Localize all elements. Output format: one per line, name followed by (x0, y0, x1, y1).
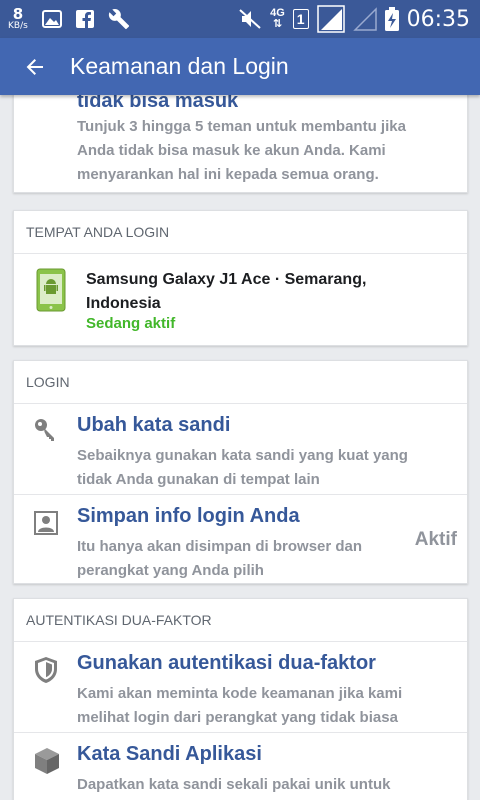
network-indicator: 4G ⇅ (270, 8, 285, 30)
two-factor-description: Kami akan meminta kode keamanan jika kam… (77, 685, 403, 726)
arrow-left-icon (26, 58, 43, 75)
save-login-info-item[interactable]: Simpan info login Anda Itu hanya akan di… (14, 495, 467, 585)
shield-icon (35, 657, 57, 683)
save-login-info-title: Simpan info login Anda (77, 505, 300, 527)
change-password-title: Ubah kata sandi (77, 414, 231, 436)
trusted-contacts-description: Tunjuk 3 hingga 5 teman untuk membantu j… (77, 118, 406, 183)
trusted-contacts-card: tidak bisa masuk Tunjuk 3 hingga 5 teman… (13, 95, 468, 193)
device-name: Samsung Galaxy J1 Ace · Semarang, Indone… (86, 271, 367, 312)
android-phone-icon (36, 268, 66, 312)
app-passwords-description: Dapatkan kata sandi sekali pakai unik un… (77, 776, 391, 793)
battery-charging-icon (384, 7, 399, 31)
trusted-contacts-item[interactable]: tidak bisa masuk Tunjuk 3 hingga 5 teman… (14, 95, 467, 192)
change-password-item[interactable]: Ubah kata sandi Sebaiknya gunakan kata s… (14, 404, 467, 495)
sim-slot: 1 (292, 9, 309, 29)
save-login-info-description: Itu hanya akan disimpan di browser dan p… (77, 538, 363, 579)
profile-icon (34, 511, 58, 535)
settings-list[interactable]: tidak bisa masuk Tunjuk 3 hingga 5 teman… (0, 95, 480, 800)
key-icon (35, 419, 54, 441)
mute-icon (239, 9, 261, 29)
page-title: Keamanan dan Login (70, 53, 289, 79)
app-bar: Keamanan dan Login (0, 38, 480, 95)
two-factor-title: Gunakan autentikasi dua-faktor (77, 652, 376, 674)
wrench-icon (108, 9, 129, 30)
section-header: AUTENTIKASI DUA-FAKTOR (14, 599, 467, 642)
speed-value: 8 (12, 5, 24, 23)
save-login-status: Aktif (414, 529, 457, 550)
two-factor-card: AUTENTIKASI DUA-FAKTOR Gunakan autentika… (13, 598, 468, 800)
facebook-icon (75, 10, 94, 28)
back-button[interactable] (0, 38, 70, 95)
speed-unit: KB/s (8, 21, 28, 31)
signal-empty-icon (352, 7, 377, 31)
image-icon (41, 10, 62, 28)
app-passwords-title: Kata Sandi Aplikasi (77, 743, 262, 765)
trusted-contacts-title: tidak bisa masuk (77, 95, 239, 112)
data-arrows-icon: ⇅ (272, 18, 283, 30)
device-session-item[interactable]: Samsung Galaxy J1 Ace · Semarang, Indone… (14, 254, 467, 345)
section-header: LOGIN (14, 361, 467, 404)
login-card: LOGIN Ubah kata sandi Sebaiknya gunakan … (13, 360, 468, 584)
two-factor-item[interactable]: Gunakan autentikasi dua-faktor Kami akan… (14, 642, 467, 733)
app-passwords-item[interactable]: Kata Sandi Aplikasi Dapatkan kata sandi … (14, 733, 467, 800)
status-bar: 8 KB/s 4G ⇅ 1 06:35 (0, 0, 480, 38)
signal-icon (316, 5, 345, 33)
where-logged-in-card: TEMPAT ANDA LOGIN Samsung Galaxy J1 Ace … (13, 210, 468, 346)
section-header: TEMPAT ANDA LOGIN (14, 211, 467, 254)
change-password-description: Sebaiknya gunakan kata sandi yang kuat y… (77, 447, 408, 488)
session-status: Sedang aktif (86, 315, 176, 332)
network-speed: 8 KB/s (8, 7, 28, 31)
cube-icon (35, 748, 59, 774)
clock: 06:35 (406, 6, 470, 32)
